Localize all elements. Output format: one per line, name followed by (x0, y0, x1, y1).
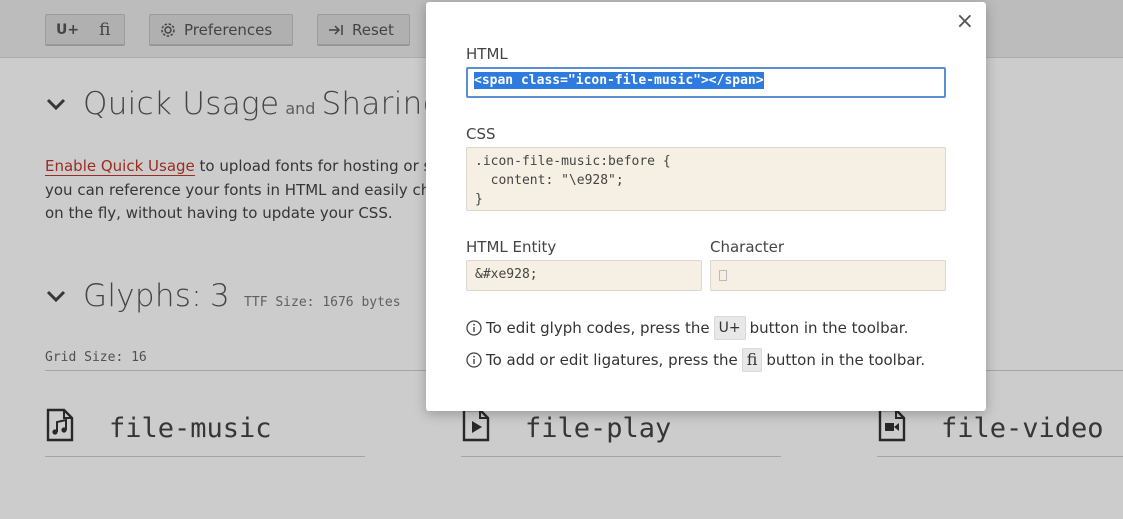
info-icon (466, 352, 482, 368)
html-code-value: <span class="icon-file-music"></span> (474, 72, 764, 89)
html-entity-field[interactable]: &#xe928; (466, 260, 702, 291)
tip-glyph-codes: To edit glyph codes, press the U+ button… (466, 316, 908, 340)
character-field[interactable] (710, 260, 946, 291)
html-code-field[interactable]: <span class="icon-file-music"></span> (466, 67, 946, 98)
tip1-text: To edit glyph codes, press the (486, 319, 710, 337)
tip1-text-end: button in the toolbar. (749, 319, 909, 337)
glyph-info-modal: × HTML <span class="icon-file-music"></s… (426, 2, 986, 411)
tip-ligatures: To add or edit ligatures, press the ﬁ bu… (466, 348, 925, 372)
close-icon[interactable]: × (956, 10, 974, 34)
unicode-key: U+ (713, 316, 746, 340)
glyph-character-box (719, 270, 727, 281)
tip2-text-end: button in the toolbar. (766, 351, 926, 369)
character-label: Character (710, 238, 785, 256)
html-label: HTML (466, 45, 508, 63)
css-label: CSS (466, 125, 496, 143)
info-icon (466, 320, 482, 336)
css-code-field[interactable]: .icon-file-music:before { content: "\e92… (466, 147, 946, 211)
tip2-text: To add or edit ligatures, press the (486, 351, 738, 369)
ligature-key: ﬁ (741, 348, 763, 372)
html-entity-label: HTML Entity (466, 238, 557, 256)
